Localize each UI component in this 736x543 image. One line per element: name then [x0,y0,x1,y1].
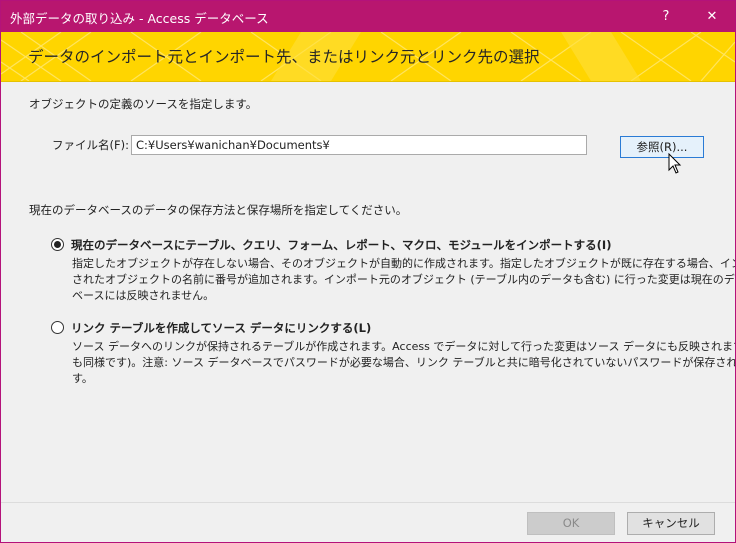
file-name-label: ファイル名(F): [52,138,129,152]
description-line: ソース データへのリンクが保持されるテーブルが作成されます。Access でデー… [72,340,736,353]
help-button[interactable]: ? [643,1,689,32]
link-option-description: ソース データへのリンクが保持されるテーブルが作成されます。Access でデー… [72,339,736,387]
description-line: も同様です)。注意: ソース データベースでパスワードが必要な場合、リンク テー… [72,356,736,369]
import-dialog: 外部データの取り込み - Access データベース ? ✕ データのインポート… [0,0,736,543]
import-option-label[interactable]: 現在のデータベースにテーブル、クエリ、フォーム、レポート、マクロ、モジュールをイ… [71,237,611,253]
description-line: されたオブジェクトの名前に番号が追加されます。インポート元のオブジェクト (テー… [72,273,736,286]
source-instruction: オブジェクトの定義のソースを指定します。 [29,97,258,111]
radio-selected-dot [54,241,61,248]
ok-button[interactable]: OK [527,512,615,535]
close-button[interactable]: ✕ [689,1,735,32]
title-bar[interactable]: 外部データの取り込み - Access データベース ? ✕ [1,1,735,32]
import-radio[interactable] [51,238,64,251]
banner-heading: データのインポート元とインポート先、またはリンク元とリンク先の選択 [28,48,540,66]
link-option-label[interactable]: リンク テーブルを作成してソース データにリンクする(L) [71,320,371,336]
import-option-description: 指定したオブジェクトが存在しない場合、そのオブジェクトが自動的に作成されます。指… [72,256,736,304]
dialog-footer: OK キャンセル [1,502,735,542]
link-radio[interactable] [51,321,64,334]
cancel-button[interactable]: キャンセル [627,512,715,535]
mouse-cursor-icon [668,153,682,174]
window-title: 外部データの取り込み - Access データベース [10,11,269,26]
dialog-content: オブジェクトの定義のソースを指定します。 ファイル名(F): C:¥Users¥… [1,82,735,502]
storage-instruction: 現在のデータベースのデータの保存方法と保存場所を指定してください。 [29,203,408,217]
description-line: ベースには反映されません。 [72,289,215,302]
description-line: す。 [72,372,93,385]
file-name-input[interactable]: C:¥Users¥wanichan¥Documents¥ [131,135,587,155]
header-banner: データのインポート元とインポート先、またはリンク元とリンク先の選択 [1,32,735,82]
browse-button[interactable]: 参照(R)... [620,136,704,158]
description-line: 指定したオブジェクトが存在しない場合、そのオブジェクトが自動的に作成されます。指… [72,257,736,270]
